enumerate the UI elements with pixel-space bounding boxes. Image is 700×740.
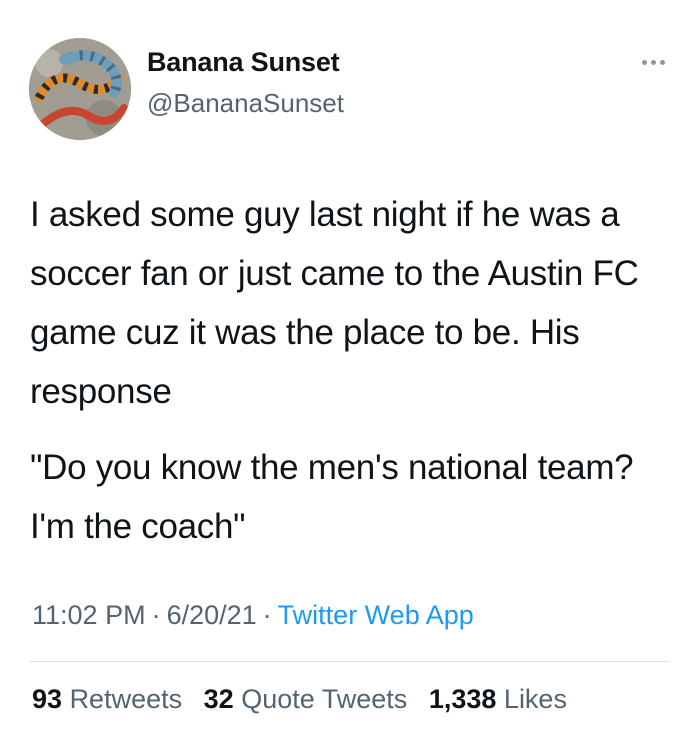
tweet-text-paragraph-1: I asked some guy last night if he was a … xyxy=(30,195,639,411)
display-name[interactable]: Banana Sunset xyxy=(147,47,340,78)
dot xyxy=(659,59,665,65)
retweets-count: 93 xyxy=(32,684,63,714)
dot xyxy=(650,59,656,65)
tweet-source-link[interactable]: Twitter Web App xyxy=(278,600,474,630)
likes-label: Likes xyxy=(503,684,567,714)
divider xyxy=(30,661,670,662)
likes-count: 1,338 xyxy=(428,684,497,714)
tweet-date[interactable]: 6/20/21 xyxy=(167,600,257,630)
tweet-card: Banana Sunset @BananaSunset I asked some… xyxy=(0,0,700,740)
tweet-metadata: 11:02 PM · 6/20/21 · Twitter Web App xyxy=(32,600,474,631)
quote-tweets-count: 32 xyxy=(203,684,234,714)
engagement-stats: 93 Retweets 32 Quote Tweets 1,338 Likes xyxy=(32,684,581,715)
avatar[interactable] xyxy=(29,38,131,140)
separator: · xyxy=(262,600,272,630)
tweet-time[interactable]: 11:02 PM xyxy=(32,600,146,630)
dot xyxy=(641,59,647,65)
separator: · xyxy=(151,600,161,630)
likes-stat[interactable]: 1,338 Likes xyxy=(429,684,567,714)
snake-avatar-icon xyxy=(29,38,131,140)
quote-tweets-label: Quote Tweets xyxy=(241,684,408,714)
more-options-icon[interactable] xyxy=(636,50,670,74)
tweet-text-paragraph-2: "Do you know the men's national team? I'… xyxy=(30,448,634,546)
retweets-label: Retweets xyxy=(69,684,183,714)
retweets-stat[interactable]: 93 Retweets xyxy=(32,684,182,714)
user-handle[interactable]: @BananaSunset xyxy=(147,88,344,119)
quote-tweets-stat[interactable]: 32 Quote Tweets xyxy=(204,684,408,714)
